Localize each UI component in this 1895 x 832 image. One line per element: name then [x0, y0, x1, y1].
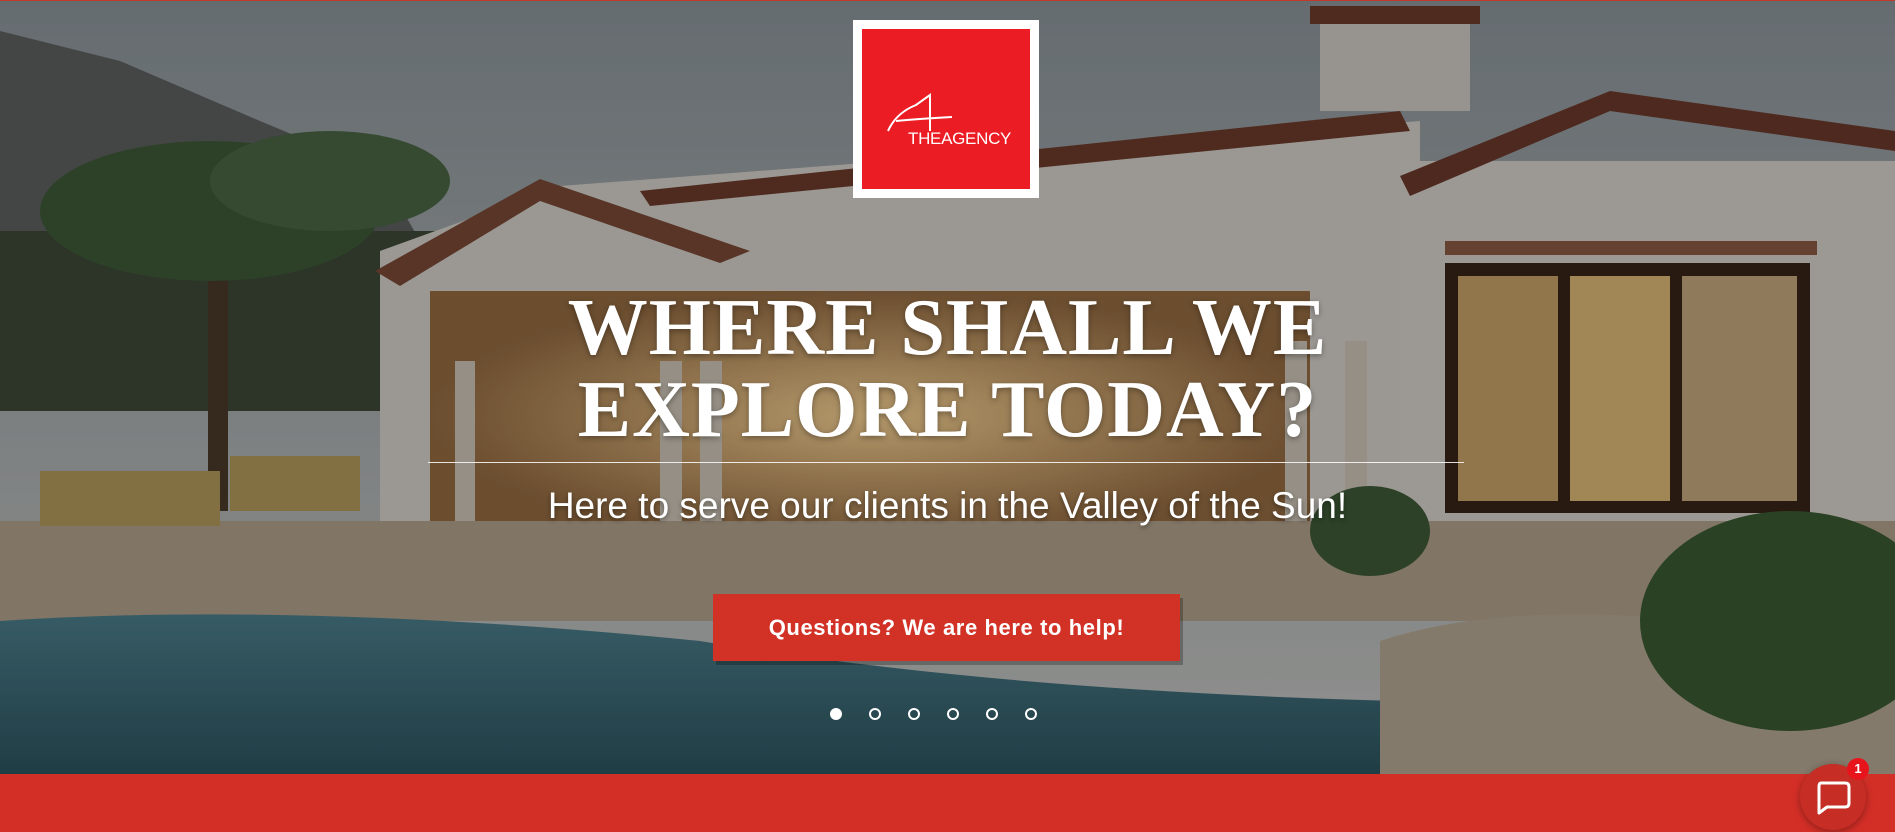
carousel-dot-2[interactable] [869, 708, 881, 720]
hero-headline: WHERE SHALL WE EXPLORE TODAY? [0, 287, 1895, 451]
carousel-dot-6[interactable] [1025, 708, 1037, 720]
carousel-dot-4[interactable] [947, 708, 959, 720]
carousel-dot-3[interactable] [908, 708, 920, 720]
brand-logo[interactable]: THEAGENCY [853, 20, 1039, 198]
headline-divider [428, 462, 1464, 463]
contact-cta-button[interactable]: Questions? We are here to help! [713, 594, 1180, 661]
footer-red-bar [0, 774, 1895, 832]
chat-notification-badge: 1 [1847, 758, 1869, 780]
carousel-dot-1[interactable] [830, 708, 842, 720]
logo-red-square: THEAGENCY [862, 29, 1030, 189]
chat-bubble-icon [1817, 781, 1851, 815]
headline-line-2: EXPLORE TODAY? [577, 366, 1318, 454]
carousel-pagination [830, 708, 1037, 724]
carousel-dot-5[interactable] [986, 708, 998, 720]
hero-subheadline: Here to serve our clients in the Valley … [547, 485, 1348, 526]
logo-wordmark: THEAGENCY [908, 129, 1012, 148]
headline-line-1: WHERE SHALL WE [567, 284, 1328, 372]
